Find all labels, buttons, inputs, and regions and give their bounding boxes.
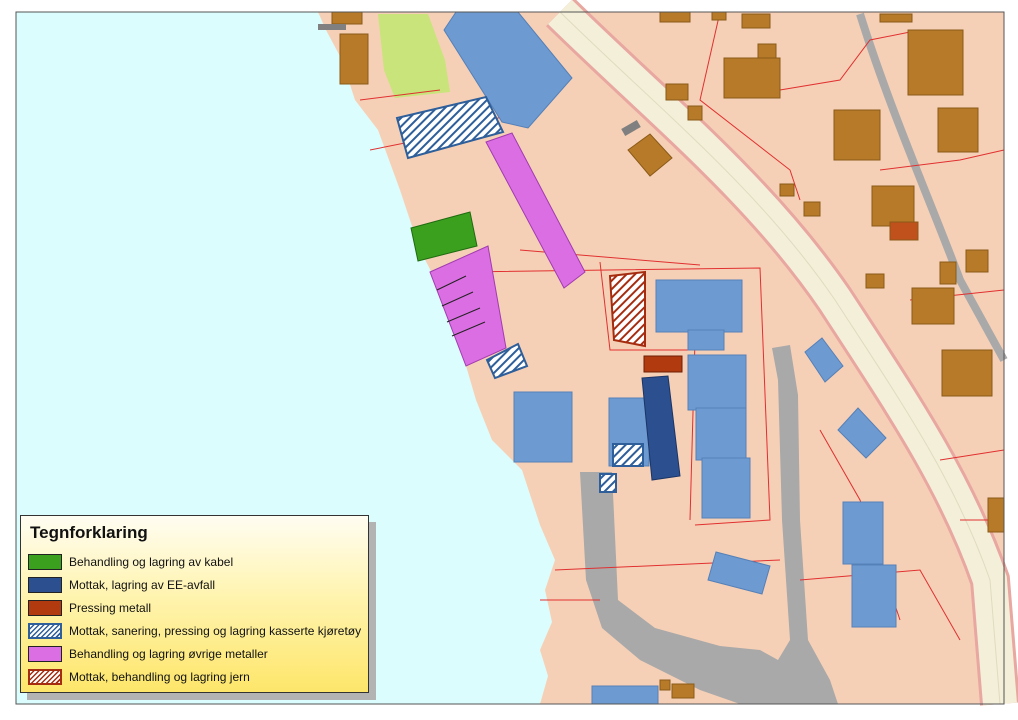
house bbox=[779, 183, 795, 197]
house bbox=[659, 11, 691, 23]
legend-swatch-ee-waste bbox=[28, 577, 62, 593]
house bbox=[889, 221, 919, 241]
legend-swatch-other-metals bbox=[28, 646, 62, 662]
house bbox=[941, 349, 993, 397]
legend-swatch-cable bbox=[28, 554, 62, 570]
legend-label: Behandling og lagring øvrige metaller bbox=[69, 647, 268, 661]
legend-label: Behandling og lagring av kabel bbox=[69, 555, 234, 569]
building bbox=[687, 329, 725, 351]
legend-swatch-iron bbox=[28, 669, 62, 685]
zone-vehicles bbox=[612, 443, 644, 467]
legend-swatch-pressing bbox=[28, 600, 62, 616]
house bbox=[939, 261, 957, 285]
legend-title: Tegnforklaring bbox=[30, 523, 148, 542]
house bbox=[711, 11, 727, 21]
legend-item-ee-waste: Mottak, lagring av EE-avfall bbox=[28, 575, 215, 595]
building bbox=[842, 501, 884, 565]
building bbox=[513, 391, 573, 463]
house bbox=[987, 497, 1005, 533]
building bbox=[695, 407, 747, 461]
house bbox=[723, 57, 781, 99]
house bbox=[871, 185, 915, 227]
legend-swatch-vehicles bbox=[28, 623, 62, 639]
house bbox=[937, 107, 979, 153]
house bbox=[671, 683, 695, 699]
legend-label: Mottak, lagring av EE-avfall bbox=[69, 578, 216, 592]
building bbox=[851, 564, 897, 628]
house bbox=[833, 109, 881, 161]
house bbox=[687, 105, 703, 121]
house bbox=[911, 287, 955, 325]
building bbox=[701, 457, 751, 519]
building bbox=[687, 354, 747, 411]
building bbox=[591, 685, 659, 705]
legend: Tegnforklaring Behandling og lagring av … bbox=[20, 515, 369, 693]
house bbox=[339, 33, 369, 85]
house bbox=[331, 11, 363, 25]
legend-item-vehicles: Mottak, sanering, pressing og lagring ka… bbox=[28, 621, 361, 641]
house bbox=[803, 201, 821, 217]
house bbox=[965, 249, 989, 273]
legend-item-iron: Mottak, behandling og lagring jern bbox=[28, 667, 250, 687]
house bbox=[879, 13, 913, 23]
house bbox=[907, 29, 964, 96]
legend-item-pressing: Pressing metall bbox=[28, 598, 151, 618]
legend-label: Pressing metall bbox=[69, 601, 152, 615]
building bbox=[655, 279, 743, 333]
house bbox=[659, 679, 671, 691]
house bbox=[741, 13, 771, 29]
zone-pressing bbox=[643, 355, 683, 373]
legend-item-cable: Behandling og lagring av kabel bbox=[28, 552, 233, 572]
zone-vehicles bbox=[599, 473, 617, 493]
legend-label: Mottak, sanering, pressing og lagring ka… bbox=[69, 624, 362, 638]
legend-label: Mottak, behandling og lagring jern bbox=[69, 670, 250, 684]
pier bbox=[318, 24, 346, 30]
zone-iron bbox=[608, 270, 646, 348]
house bbox=[665, 83, 689, 101]
house bbox=[865, 273, 885, 289]
legend-item-other-metals: Behandling og lagring øvrige metaller bbox=[28, 644, 268, 664]
